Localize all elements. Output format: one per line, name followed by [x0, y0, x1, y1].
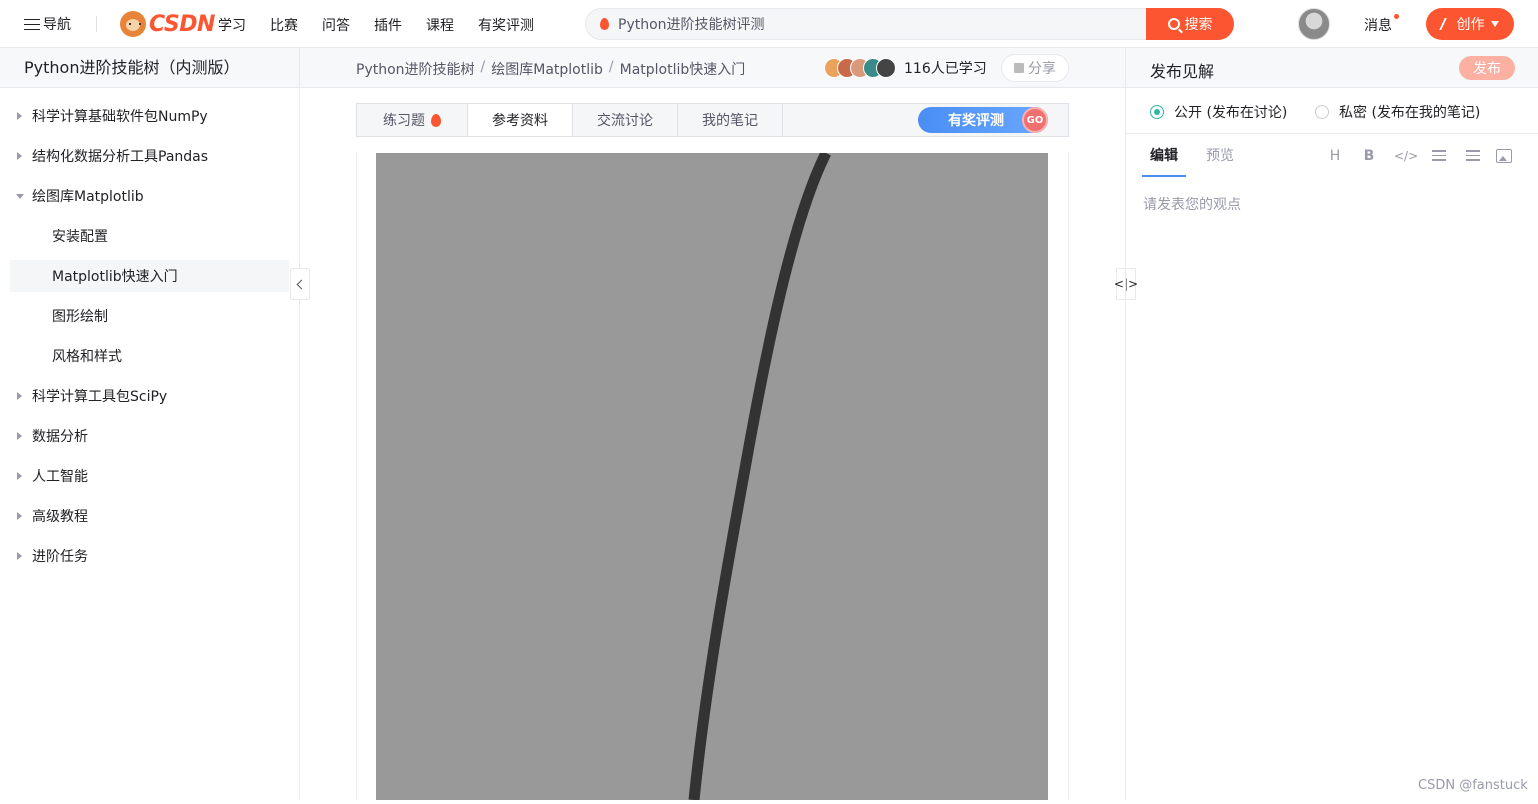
tree-item-numpy[interactable]: 科学计算基础软件包NumPy: [0, 100, 299, 132]
caret-down-icon: [1490, 21, 1499, 27]
tree-item-install[interactable]: 安装配置: [0, 220, 299, 252]
watermark: CSDN @fanstuck: [1418, 778, 1528, 793]
learners: 116人已学习: [824, 58, 987, 78]
nav-link-qa[interactable]: 问答: [322, 15, 350, 35]
tree-item-quickstart[interactable]: Matplotlib快速入门: [10, 260, 289, 292]
hamburger-icon: [24, 18, 40, 31]
editor-toolbar: H B </>: [1326, 147, 1512, 165]
search-input[interactable]: [618, 9, 1118, 39]
tab-my-notes[interactable]: 我的笔记: [678, 104, 783, 136]
sidebar-title: Python进阶技能树（内测版）: [0, 48, 299, 88]
radio-private[interactable]: 私密 (发布在我的笔记): [1315, 102, 1480, 122]
learner-count: 116人已学习: [904, 61, 987, 77]
visibility-options: 公开 (发布在讨论) 私密 (发布在我的笔记): [1126, 88, 1538, 134]
logo-text: CSDN: [149, 11, 215, 37]
tab-references[interactable]: 参考资料: [468, 104, 573, 136]
breadcrumb: Python进阶技能树 / 绘图库Matplotlib / Matplotlib…: [356, 59, 745, 79]
search-button[interactable]: 搜索: [1146, 8, 1234, 40]
editor-textarea[interactable]: 请发表您的观点: [1143, 194, 1241, 214]
search-button-label: 搜索: [1184, 17, 1213, 33]
tab-exercises[interactable]: 练习题: [357, 104, 468, 136]
tree-item-tasks[interactable]: 进阶任务: [0, 540, 299, 572]
breadcrumb-separator: /: [480, 59, 486, 75]
heading-icon[interactable]: H: [1326, 147, 1344, 165]
top-nav: 学习 比赛 问答 插件 课程 有奖评测: [218, 15, 534, 35]
content-tabs: 练习题 参考资料 交流讨论 我的笔记 有奖评测 GO: [356, 103, 1069, 137]
nav-link-learn[interactable]: 学习: [218, 15, 246, 35]
csdn-logo[interactable]: CSDN: [120, 10, 215, 38]
user-avatar[interactable]: [1298, 8, 1330, 40]
go-badge: GO: [1022, 107, 1048, 133]
tree-item-data-analysis[interactable]: 数据分析: [0, 420, 299, 452]
caret-right-icon: [17, 392, 22, 400]
tree-item-scipy[interactable]: 科学计算工具包SciPy: [0, 380, 299, 412]
tree-item-pandas[interactable]: 结构化数据分析工具Pandas: [0, 140, 299, 172]
top-bar: 导航 CSDN 学习 比赛 问答 插件 课程 有奖评测 搜索 消息 创作: [0, 0, 1538, 48]
breadcrumb-item[interactable]: Python进阶技能树: [356, 59, 475, 79]
radio-checked-icon: [1150, 105, 1164, 119]
nav-link-plugins[interactable]: 插件: [374, 15, 402, 35]
breadcrumb-separator: /: [608, 59, 614, 75]
share-icon: [1014, 63, 1024, 73]
nav-link-contest[interactable]: 比赛: [270, 15, 298, 35]
image-icon[interactable]: [1496, 149, 1512, 163]
caret-right-icon: [17, 432, 22, 440]
caret-right-icon: [17, 472, 22, 480]
nav-link-reviews[interactable]: 有奖评测: [478, 15, 534, 35]
skill-tree-sidebar: Python进阶技能树（内测版） 科学计算基础软件包NumPy 结构化数据分析工…: [0, 48, 300, 800]
nav-link-courses[interactable]: 课程: [426, 15, 454, 35]
tab-discussion[interactable]: 交流讨论: [573, 104, 678, 136]
divider: [96, 16, 97, 32]
fire-icon: [431, 113, 441, 127]
create-button-label: 创作: [1456, 17, 1485, 33]
tab-preview[interactable]: 预览: [1198, 145, 1242, 177]
search-icon: [1167, 18, 1180, 30]
matplotlib-figure: [376, 150, 1048, 801]
bullet-list-icon[interactable]: [1428, 147, 1446, 165]
tab-edit[interactable]: 编辑: [1142, 145, 1186, 177]
hot-fire-icon: [600, 18, 609, 30]
tree-item-drawing[interactable]: 图形绘制: [0, 300, 299, 332]
pen-icon: [1438, 18, 1455, 30]
breadcrumb-bar: Python进阶技能树 / 绘图库Matplotlib / Matplotlib…: [300, 48, 1125, 88]
plot-line: [688, 150, 831, 801]
prize-review-button[interactable]: 有奖评测 GO: [918, 107, 1048, 133]
create-button[interactable]: 创作: [1426, 8, 1514, 40]
caret-right-icon: [17, 152, 22, 160]
tree-item-advanced[interactable]: 高级教程: [0, 500, 299, 532]
editor-tabs: 编辑 预览: [1142, 145, 1254, 177]
learner-avatar: [876, 58, 896, 78]
caret-right-icon: [17, 512, 22, 520]
insights-title: 发布见解: [1150, 62, 1215, 81]
radio-public[interactable]: 公开 (发布在讨论): [1150, 102, 1287, 122]
caret-right-icon: [17, 552, 22, 560]
skill-tree: 科学计算基础软件包NumPy 结构化数据分析工具Pandas 绘图库Matplo…: [0, 88, 299, 572]
publish-button[interactable]: 发布: [1459, 56, 1515, 80]
search-box: 搜索: [585, 8, 1234, 40]
share-button[interactable]: 分享: [1001, 54, 1069, 82]
messages-link[interactable]: 消息: [1364, 15, 1392, 35]
caret-right-icon: [17, 112, 22, 120]
nav-menu-button[interactable]: 导航: [24, 15, 71, 33]
ordered-list-icon[interactable]: [1462, 147, 1480, 165]
bold-icon[interactable]: B: [1360, 147, 1378, 165]
tree-item-styles[interactable]: 风格和样式: [0, 340, 299, 372]
tree-item-matplotlib[interactable]: 绘图库Matplotlib: [0, 180, 299, 212]
radio-unchecked-icon: [1315, 105, 1329, 119]
plot-svg: [688, 150, 831, 801]
breadcrumb-item[interactable]: Matplotlib快速入门: [620, 59, 746, 79]
insights-header: 发布见解 发布: [1126, 48, 1538, 88]
insights-panel: 发布见解 发布 公开 (发布在讨论) 私密 (发布在我的笔记) 编辑 预览 H …: [1125, 48, 1538, 800]
main-content: Python进阶技能树 / 绘图库Matplotlib / Matplotlib…: [300, 48, 1125, 801]
code-icon[interactable]: </>: [1394, 147, 1418, 165]
tree-item-ai[interactable]: 人工智能: [0, 460, 299, 492]
monkey-logo-icon: [120, 11, 146, 37]
breadcrumb-item[interactable]: 绘图库Matplotlib: [491, 59, 603, 79]
unread-dot: [1394, 14, 1399, 19]
caret-down-icon: [16, 194, 24, 199]
nav-menu-label: 导航: [43, 17, 71, 33]
